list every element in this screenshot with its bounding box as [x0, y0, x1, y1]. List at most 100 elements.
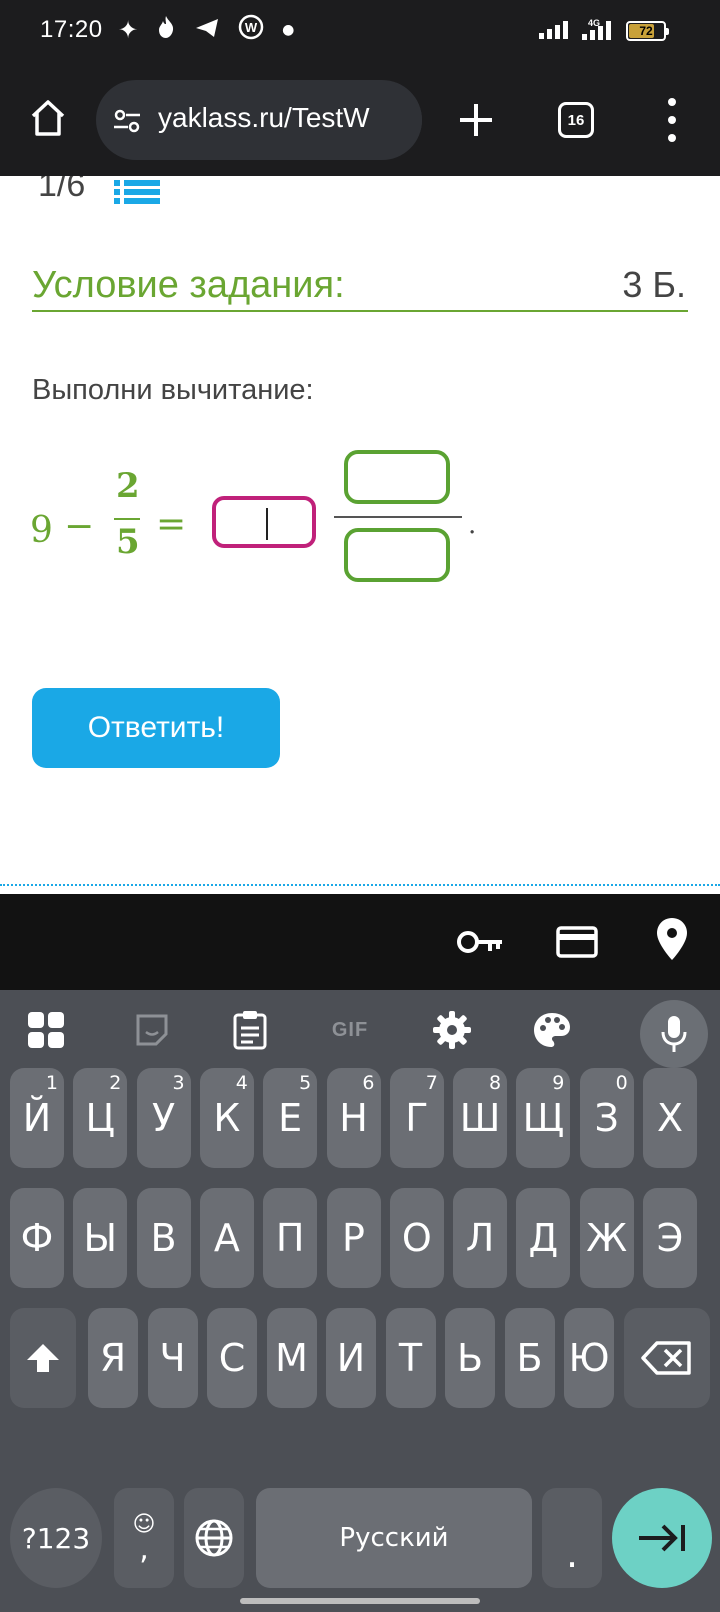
task-header: Условие задания: 3 Б. — [32, 264, 688, 312]
key-Щ[interactable]: Щ9 — [516, 1068, 571, 1168]
key-number-hint: 8 — [489, 1072, 502, 1094]
key-П[interactable]: П — [263, 1188, 318, 1288]
key-label: Д — [528, 1216, 559, 1260]
key-Э[interactable]: Э — [643, 1188, 697, 1288]
clipboard-icon[interactable] — [226, 1006, 274, 1054]
new-tab-button[interactable] — [456, 100, 496, 140]
answer-whole-input[interactable] — [212, 496, 316, 548]
sticker-icon[interactable] — [128, 1006, 176, 1054]
minuend: 9 — [30, 510, 53, 551]
key-Ю[interactable]: Ю — [564, 1308, 614, 1408]
key-Ь[interactable]: Ь — [445, 1308, 495, 1408]
key-label: Щ — [522, 1096, 565, 1140]
battery-level: 72 — [639, 24, 653, 38]
tab-switcher-button[interactable]: 16 — [558, 102, 594, 138]
key-Т[interactable]: Т — [385, 1308, 436, 1408]
key-Ф[interactable]: Ф — [10, 1188, 64, 1288]
svg-text:W: W — [245, 20, 258, 35]
apps-icon[interactable] — [22, 1006, 70, 1054]
key-Д[interactable]: Д — [516, 1188, 571, 1288]
enter-key[interactable] — [612, 1488, 712, 1588]
key-Ч[interactable]: Ч — [147, 1308, 198, 1408]
answer-denominator-input[interactable] — [344, 528, 450, 582]
key-Ц[interactable]: Ц2 — [73, 1068, 128, 1168]
home-button[interactable] — [28, 98, 68, 138]
key-Г[interactable]: Г7 — [389, 1068, 444, 1168]
task-points: 3 Б. — [622, 264, 686, 305]
key-А[interactable]: А — [199, 1188, 254, 1288]
key-С[interactable]: С — [207, 1308, 257, 1408]
backspace-key[interactable] — [624, 1308, 710, 1408]
settings-icon[interactable] — [428, 1006, 476, 1054]
key-Б[interactable]: Б — [504, 1308, 555, 1408]
key-Л[interactable]: Л — [453, 1188, 508, 1288]
period-key[interactable]: . — [542, 1488, 602, 1588]
password-key-icon[interactable] — [456, 922, 506, 962]
key-И[interactable]: И — [326, 1308, 376, 1408]
comma-label: , — [139, 1532, 149, 1567]
key-label: И — [336, 1336, 366, 1380]
key-label: Ь — [456, 1336, 484, 1380]
more-dot-icon: ● — [282, 22, 295, 38]
gif-icon[interactable]: GIF — [326, 1006, 374, 1054]
key-label: Л — [465, 1216, 495, 1260]
key-label: Х — [656, 1096, 684, 1140]
backspace-icon — [641, 1341, 691, 1375]
key-Е[interactable]: Е5 — [263, 1068, 318, 1168]
key-Ы[interactable]: Ы — [73, 1188, 128, 1288]
key-label: Т — [398, 1336, 423, 1380]
key-Ж[interactable]: Ж — [579, 1188, 634, 1288]
key-number-hint: 5 — [299, 1072, 312, 1094]
mic-button[interactable] — [640, 1000, 708, 1068]
space-key[interactable]: Русский — [256, 1488, 532, 1588]
status-time: 17:20 — [40, 16, 103, 43]
page-content: 1/6 Условие задания: 3 Б. Выполни вычита… — [0, 176, 720, 894]
key-label: З — [594, 1096, 619, 1140]
key-number-hint: 2 — [109, 1072, 122, 1094]
symbols-key[interactable]: ?123 — [10, 1488, 102, 1588]
key-label: В — [150, 1216, 177, 1260]
emoji-comma-key[interactable]: ☺ , — [114, 1488, 174, 1588]
key-label: Ц — [85, 1096, 116, 1140]
key-label: Ю — [568, 1336, 610, 1380]
key-Я[interactable]: Я — [88, 1308, 138, 1408]
language-key[interactable] — [184, 1488, 244, 1588]
browser-menu-button[interactable] — [662, 98, 682, 142]
palette-icon[interactable] — [528, 1006, 576, 1054]
site-settings-icon[interactable] — [112, 106, 142, 136]
payment-card-icon[interactable] — [556, 922, 598, 962]
key-label: У — [152, 1096, 176, 1140]
key-label: Ж — [586, 1216, 628, 1260]
plus-icon — [460, 104, 492, 136]
key-label: Р — [342, 1216, 365, 1260]
keyboard-toolbar: GIF — [0, 990, 720, 1070]
flame-icon — [156, 15, 176, 45]
address-bar[interactable]: yaklass.ru/TestW — [96, 80, 422, 160]
key-label: Б — [516, 1336, 543, 1380]
key-Ш[interactable]: Ш8 — [453, 1068, 508, 1168]
key-Й[interactable]: Й1 — [10, 1068, 64, 1168]
key-У[interactable]: У3 — [136, 1068, 191, 1168]
answer-fraction-bar — [334, 516, 462, 518]
url-text: yaklass.ru/TestW — [158, 102, 370, 133]
shift-key[interactable] — [10, 1308, 76, 1408]
key-label: Ч — [159, 1336, 186, 1380]
key-label: Е — [278, 1096, 303, 1140]
submit-answer-button[interactable]: Ответить! — [32, 688, 280, 768]
key-number-hint: 9 — [552, 1072, 565, 1094]
key-К[interactable]: К4 — [199, 1068, 254, 1168]
key-Х[interactable]: Х — [643, 1068, 697, 1168]
key-В[interactable]: В — [136, 1188, 191, 1288]
key-Р[interactable]: Р — [326, 1188, 381, 1288]
key-Н[interactable]: Н6 — [326, 1068, 381, 1168]
expression-end-dot: . — [468, 510, 477, 540]
key-О[interactable]: О — [389, 1188, 444, 1288]
location-pin-icon[interactable] — [654, 916, 690, 964]
key-З[interactable]: З0 — [579, 1068, 634, 1168]
answer-numerator-input[interactable] — [344, 450, 450, 504]
key-М[interactable]: М — [266, 1308, 317, 1408]
task-list-icon[interactable] — [114, 180, 160, 204]
text-caret — [266, 508, 268, 540]
key-label: Й — [22, 1096, 52, 1140]
key-number-hint: 3 — [172, 1072, 185, 1094]
